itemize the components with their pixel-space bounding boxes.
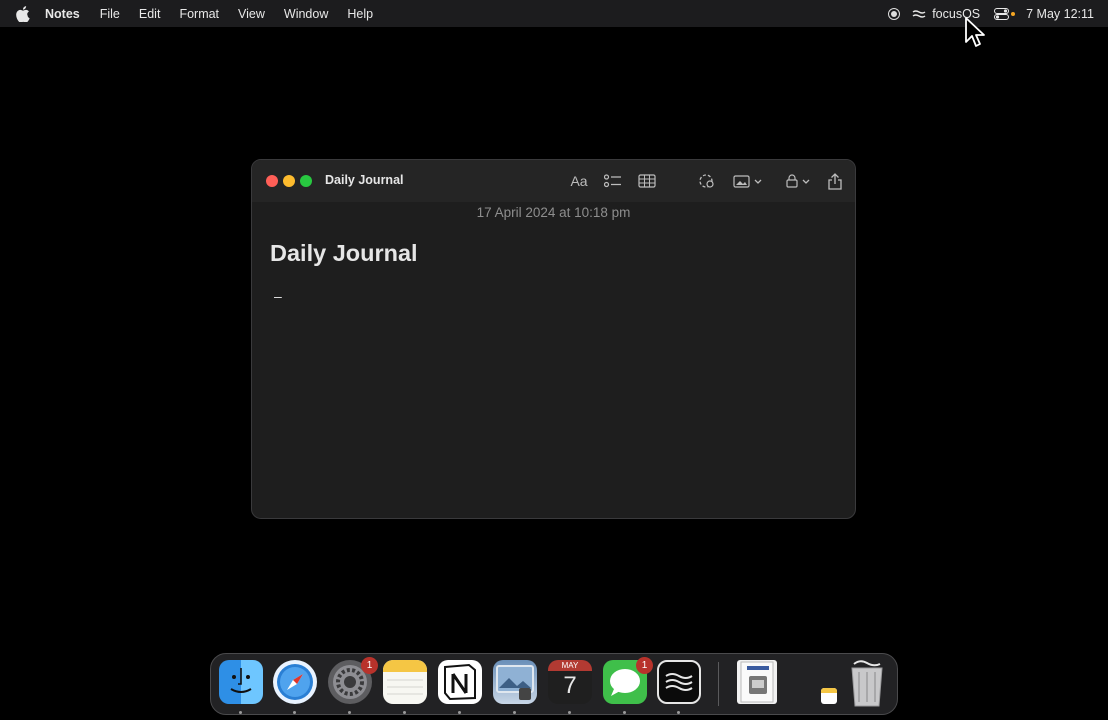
dock-running-dot [348, 711, 351, 714]
close-button[interactable] [266, 175, 278, 187]
menu-format[interactable]: Format [179, 7, 219, 21]
dock-running-dot [513, 711, 516, 714]
format-text-button[interactable]: Aa [569, 171, 589, 191]
dock-recent-document[interactable] [737, 660, 777, 704]
note-body[interactable]: – [274, 288, 282, 304]
share-icon[interactable] [826, 171, 844, 191]
checklist-icon[interactable] [604, 171, 622, 191]
menu-bar: Notes File Edit Format View Window Help … [0, 0, 1108, 27]
lock-icon[interactable] [784, 171, 814, 191]
dock-running-dot [623, 711, 626, 714]
window-titlebar: Daily Journal Aa [252, 160, 855, 202]
notion-icon [444, 663, 476, 701]
dock-running-dot [293, 711, 296, 714]
note-heading[interactable]: Daily Journal [270, 240, 418, 267]
maximize-button[interactable] [300, 175, 312, 187]
focus-wave-icon[interactable] [912, 9, 926, 19]
dock-running-dot [458, 711, 461, 714]
menu-window[interactable]: Window [284, 7, 328, 21]
dock-safari[interactable] [273, 660, 317, 704]
dock-preview[interactable] [493, 660, 537, 704]
dock-calendar[interactable]: MAY 7 [548, 660, 592, 704]
compass-icon [277, 664, 313, 700]
menu-edit[interactable]: Edit [139, 7, 161, 21]
notes-icon [383, 660, 427, 695]
menu-view[interactable]: View [238, 7, 265, 21]
messages-badge: 1 [636, 657, 653, 674]
notes-window: Daily Journal Aa 17 April 2024 at 10:18 … [251, 159, 856, 519]
settings-badge: 1 [361, 657, 378, 674]
note-date: 17 April 2024 at 10:18 pm [476, 205, 631, 220]
dock: 1 MAY 7 1 [210, 653, 898, 715]
dock-messages[interactable]: 1 [603, 657, 653, 704]
preview-icon [496, 665, 534, 700]
dock-notes-minimized[interactable] [821, 688, 837, 704]
document-icon [740, 661, 774, 703]
menu-bar-right: focusOS 7 May 12:11 [888, 0, 1108, 27]
dock-trash[interactable] [845, 660, 889, 707]
dock-focusos[interactable] [657, 660, 701, 704]
dock-system-settings[interactable]: 1 [328, 657, 378, 704]
focus-wave-icon [665, 673, 693, 691]
dock-notion[interactable] [438, 660, 482, 704]
media-icon[interactable] [732, 171, 766, 191]
collaborate-icon[interactable] [696, 171, 716, 191]
dock-running-dot [403, 711, 406, 714]
trash-icon [851, 660, 883, 707]
dock-notes[interactable] [383, 660, 427, 704]
apple-icon[interactable] [15, 5, 31, 22]
dock-running-dot [239, 711, 242, 714]
control-center-icon[interactable] [994, 7, 1016, 20]
table-icon[interactable] [638, 171, 656, 191]
menu-app-notes[interactable]: Notes [45, 7, 80, 21]
dock-separator [718, 662, 719, 706]
dock-finder[interactable] [219, 660, 263, 704]
menu-file[interactable]: File [100, 7, 120, 21]
finder-icon [230, 668, 252, 693]
mouse-pointer-icon [965, 17, 985, 47]
calendar-month: MAY [548, 660, 592, 671]
notes-mini-icon [821, 688, 837, 693]
window-title: Daily Journal [325, 173, 404, 187]
dock-running-dot [568, 711, 571, 714]
dock-running-dot [677, 711, 680, 714]
minimize-button[interactable] [283, 175, 295, 187]
calendar-day: 7 [563, 672, 577, 699]
menu-clock[interactable]: 7 May 12:11 [1026, 7, 1094, 21]
screen-record-icon[interactable] [888, 7, 901, 20]
menu-help[interactable]: Help [347, 7, 373, 21]
menu-bar-left: Notes File Edit Format View Window Help [0, 0, 392, 27]
